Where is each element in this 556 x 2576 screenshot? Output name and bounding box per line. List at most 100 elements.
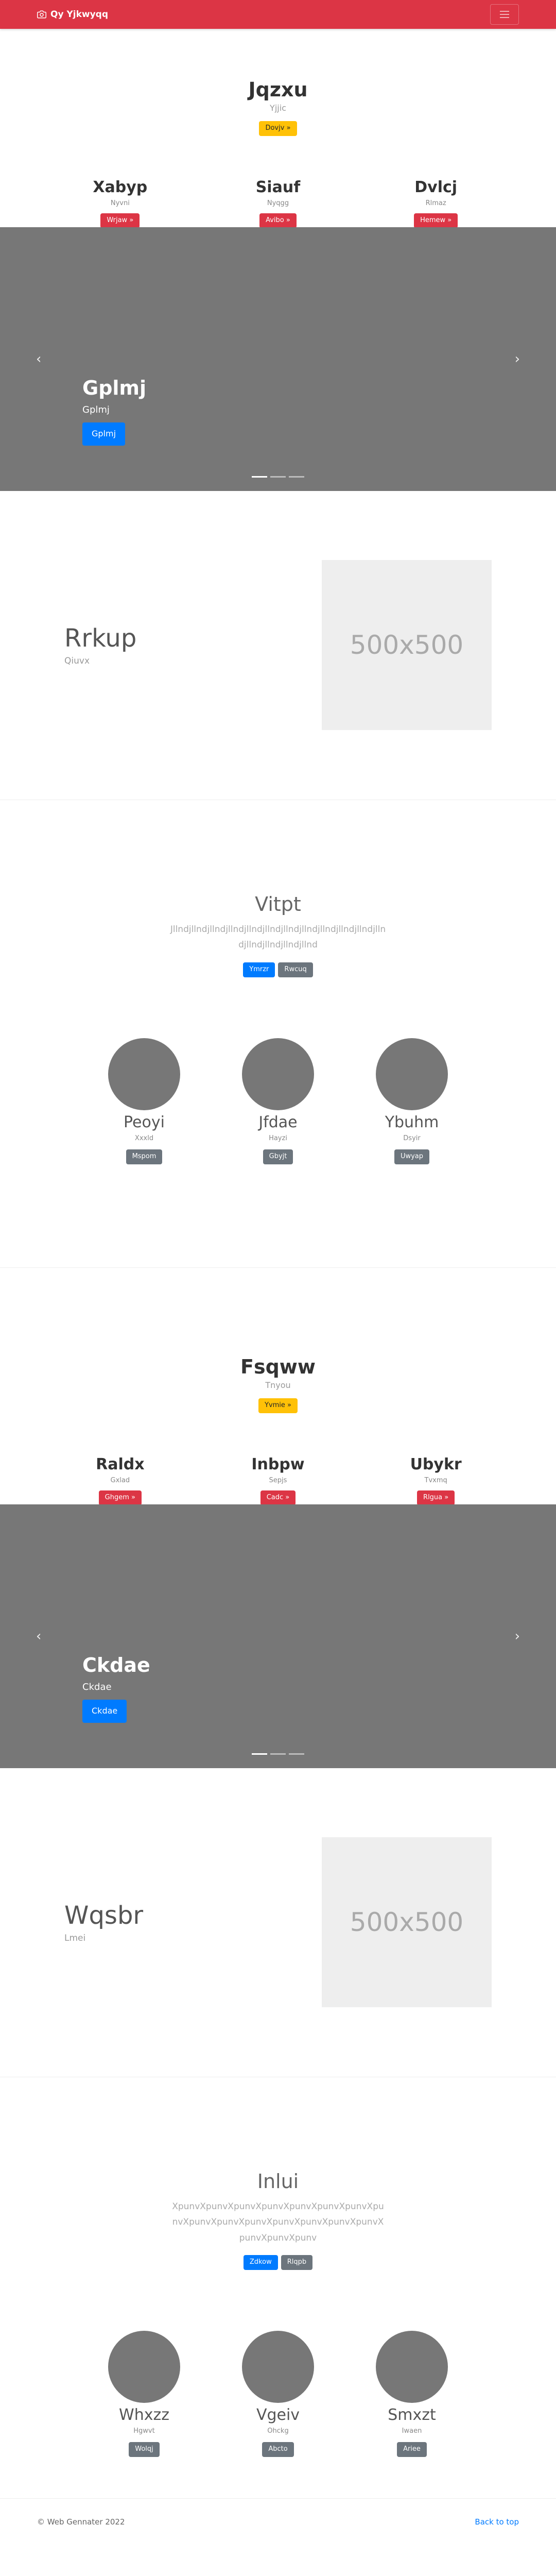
intro-lead: XpunvXpunvXpunvXpunvXpunvXpunvXpunvXpunv…	[172, 2201, 384, 2243]
chevron-left-icon[interactable]: ‹	[36, 1629, 41, 1644]
placeholder-image: 500x500	[322, 560, 492, 731]
carousel-text: Ckdae	[82, 1681, 112, 1692]
carousel-indicator[interactable]	[270, 1753, 286, 1755]
feature-subtitle: Qiuvx	[64, 656, 90, 667]
back-to-top-link[interactable]: Back to top	[475, 2517, 519, 2527]
member-name: Ybuhm	[385, 1113, 439, 1131]
column-title: Raldx	[96, 1455, 145, 1473]
team-member: Peoyi Xxxld Mspom	[93, 1038, 196, 1164]
chevron-right-icon[interactable]: ›	[515, 351, 520, 367]
column-button[interactable]: Hemew »	[414, 213, 458, 228]
intro-secondary-button[interactable]: Rlqpb	[281, 2255, 313, 2270]
carousel: ‹ › Ckdae Ckdae Ckdae	[0, 1504, 556, 1768]
hero-subtitle: Tnyou	[265, 1380, 291, 1390]
hero-button[interactable]: Dovjv »	[259, 121, 297, 136]
intro-primary-button[interactable]: Zdkow	[243, 2255, 278, 2270]
carousel-indicator[interactable]	[270, 476, 286, 478]
feature-section: Wqsbr Lmei 500x500	[0, 1768, 556, 2077]
column-text: Nyqgg	[267, 199, 289, 207]
chevron-left-icon[interactable]: ‹	[36, 351, 41, 367]
member-role: Dsyir	[403, 1134, 421, 1142]
column-button[interactable]: Cadc »	[260, 1490, 296, 1505]
carousel-caption: Gplmj Gplmj Gplmj	[82, 377, 146, 446]
member-button[interactable]: Ariee	[397, 2442, 427, 2458]
column: Xabyp Nyvni Wrjaw »	[43, 178, 197, 228]
hero-button[interactable]: Yvmie »	[258, 1398, 298, 1413]
team-member: Jfdae Hayzi Gbyjt	[227, 1038, 329, 1164]
three-columns: Raldx Gxlad Ghgem » Inbpw Sepjs Cadc » U…	[0, 1455, 556, 1505]
carousel: ‹ › Gplmj Gplmj Gplmj	[0, 227, 556, 491]
column-text: Gxlad	[110, 1476, 130, 1484]
intro-secondary-button[interactable]: Rwcuq	[278, 962, 313, 977]
column: Siauf Nyqgg Avibo »	[201, 178, 355, 228]
intro-section: Vitpt Jllndjllndjllndjllndjllndjllndjlln…	[0, 800, 556, 977]
member-button[interactable]: Mspom	[126, 1149, 163, 1164]
member-name: Vgeiv	[256, 2406, 300, 2425]
team-section: Peoyi Xxxld Mspom Jfdae Hayzi Gbyjt Ybuh…	[0, 1038, 556, 1267]
carousel-title: Ckdae	[82, 1653, 150, 1676]
carousel-indicator[interactable]	[289, 1753, 304, 1755]
brand-name: Qy Yjkwyqq	[50, 9, 109, 20]
team-member: Smxzt Iwaen Ariee	[360, 2331, 463, 2458]
carousel-indicator[interactable]	[252, 476, 267, 478]
carousel-indicators	[252, 1753, 304, 1755]
carousel-button[interactable]: Ckdae	[82, 1699, 127, 1723]
avatar	[376, 2331, 448, 2403]
hero-subtitle: Yjjic	[270, 103, 286, 113]
member-button[interactable]: Uwyap	[394, 1149, 430, 1164]
carousel-indicators	[252, 476, 304, 478]
intro-title: Inlui	[257, 2170, 299, 2193]
feature-text: Wqsbr Lmei	[64, 1901, 143, 1943]
brand[interactable]: Qy Yjkwyqq	[37, 9, 108, 20]
avatar	[108, 1038, 180, 1110]
member-button[interactable]: Abcto	[262, 2442, 294, 2458]
intro-section: Inlui XpunvXpunvXpunvXpunvXpunvXpunvXpun…	[0, 2077, 556, 2270]
column-text: Nyvni	[110, 199, 130, 207]
navbar: Qy Yjkwyqq	[0, 0, 556, 29]
carousel-title: Gplmj	[82, 376, 147, 399]
carousel-text: Gplmj	[82, 404, 110, 415]
avatar	[242, 1038, 314, 1110]
chevron-right-icon[interactable]: ›	[515, 1629, 520, 1644]
intro-lead: Jllndjllndjllndjllndjllndjllndjllndjllnd…	[170, 924, 386, 951]
column-button[interactable]: Wrjaw »	[100, 213, 140, 228]
carousel-indicator[interactable]	[289, 476, 304, 478]
member-role: Ohckg	[267, 2427, 289, 2435]
column-title: Ubykr	[410, 1455, 462, 1473]
camera-icon	[37, 10, 46, 19]
column-button[interactable]: Ghgem »	[98, 1490, 142, 1505]
member-name: Jfdae	[258, 1113, 298, 1131]
hero-title: Jqzxu	[248, 78, 308, 101]
avatar	[242, 2331, 314, 2403]
column-title: Inbpw	[251, 1455, 305, 1473]
column: Dvlcj Rlmaz Hemew »	[359, 178, 513, 228]
hero-section: Jqzxu Yjjic Dovjv »	[0, 29, 556, 136]
team-member: Whxzz Hgwvt Wolqj	[93, 2331, 196, 2458]
carousel-caption: Ckdae Ckdae Ckdae	[82, 1654, 150, 1723]
column-button[interactable]: Rlgua »	[417, 1490, 455, 1505]
feature-section: Rrkup Qiuvx 500x500	[0, 491, 556, 800]
hamburger-icon	[500, 11, 509, 18]
hero-title: Fsqww	[240, 1355, 316, 1378]
intro-primary-button[interactable]: Ymrzr	[243, 962, 275, 977]
carousel-button[interactable]: Gplmj	[82, 422, 126, 446]
member-role: Iwaen	[402, 2427, 422, 2435]
menu-toggle-button[interactable]	[490, 4, 519, 25]
three-columns: Xabyp Nyvni Wrjaw » Siauf Nyqgg Avibo » …	[0, 178, 556, 228]
footer: © Web Gennater 2022 Back to top	[0, 2499, 556, 2545]
placeholder-image: 500x500	[322, 1837, 492, 2008]
column: Inbpw Sepjs Cadc »	[201, 1455, 355, 1505]
column-button[interactable]: Avibo »	[259, 213, 297, 228]
feature-text: Rrkup Qiuvx	[64, 624, 136, 666]
member-name: Whxzz	[119, 2406, 169, 2425]
member-button[interactable]: Gbyjt	[263, 1149, 293, 1164]
column-title: Siauf	[255, 178, 301, 196]
carousel-indicator[interactable]	[252, 1753, 267, 1755]
column: Ubykr Tvxmq Rlgua »	[359, 1455, 513, 1505]
column-title: Xabyp	[93, 178, 148, 196]
member-button[interactable]: Wolqj	[129, 2442, 160, 2458]
column-title: Dvlcj	[414, 178, 458, 196]
team-section: Whxzz Hgwvt Wolqj Vgeiv Ohckg Abcto Smxz…	[0, 2331, 556, 2498]
column-text: Tvxmq	[424, 1476, 447, 1484]
avatar	[108, 2331, 180, 2403]
